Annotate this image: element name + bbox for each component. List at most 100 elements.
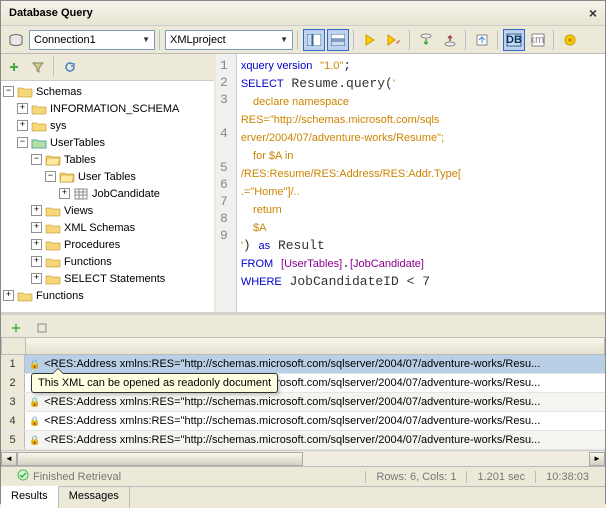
row-number: 2 bbox=[1, 374, 25, 392]
tree-node[interactable]: +XML Schemas bbox=[3, 219, 212, 236]
expand-icon[interactable]: + bbox=[59, 188, 70, 199]
tab-results[interactable]: Results bbox=[1, 486, 59, 508]
tree-node[interactable]: + INFORMATION_SCHEMA bbox=[3, 100, 212, 117]
result-cell[interactable]: 🔒<RES:Address xmlns:RES="http://schemas.… bbox=[25, 393, 605, 411]
folder-open-icon bbox=[45, 153, 61, 167]
result-cell[interactable]: 🔒<RES:Address xmlns:RES="http://schemas.… bbox=[25, 412, 605, 430]
expand-icon[interactable]: + bbox=[31, 205, 42, 216]
export-icon[interactable] bbox=[471, 29, 493, 51]
result-row[interactable]: 5 🔒 <RES:Address xmlns:RES="http://schemas… bbox=[1, 431, 605, 450]
connection-dropdown[interactable]: Connection1 ▼ bbox=[29, 30, 155, 50]
tree-node[interactable]: − Tables bbox=[3, 151, 212, 168]
scroll-right-icon[interactable]: ► bbox=[589, 452, 605, 466]
expand-icon[interactable]: + bbox=[31, 222, 42, 233]
collapse-icon[interactable]: − bbox=[45, 171, 56, 182]
tree-node[interactable]: +Views bbox=[3, 202, 212, 219]
tree-add-icon[interactable] bbox=[3, 56, 25, 78]
tree-root[interactable]: − Schemas bbox=[3, 83, 212, 100]
project-dropdown[interactable]: XMLproject ▼ bbox=[165, 30, 293, 50]
expand-icon[interactable]: + bbox=[31, 256, 42, 267]
expand-icon[interactable]: + bbox=[3, 290, 14, 301]
sql-editor[interactable]: 123456789 xquery version "1.0"; SELECT R… bbox=[216, 54, 605, 312]
rollback-icon[interactable] bbox=[439, 29, 461, 51]
expand-icon[interactable]: + bbox=[17, 103, 28, 114]
collapse-icon[interactable]: − bbox=[17, 137, 28, 148]
tree-label: JobCandidate bbox=[92, 188, 160, 200]
tree-node[interactable]: +SELECT Statements bbox=[3, 270, 212, 287]
tree-node[interactable]: + JobCandidate bbox=[3, 185, 212, 202]
expand-icon[interactable]: + bbox=[31, 239, 42, 250]
row-number: 5 bbox=[1, 431, 25, 449]
scroll-thumb[interactable] bbox=[17, 452, 303, 466]
folder-icon bbox=[45, 221, 61, 235]
tree-label: Tables bbox=[64, 154, 96, 166]
chevron-down-icon: ▼ bbox=[142, 35, 150, 44]
commit-icon[interactable] bbox=[415, 29, 437, 51]
tree-filter-icon[interactable] bbox=[27, 56, 49, 78]
folder-icon bbox=[45, 272, 61, 286]
execute-icon[interactable] bbox=[359, 29, 381, 51]
lock-icon: 🔒 bbox=[29, 435, 40, 446]
svg-text:DB: DB bbox=[506, 34, 522, 46]
folder-open-icon bbox=[59, 170, 75, 184]
results-add-icon[interactable] bbox=[5, 317, 27, 339]
tree-node[interactable]: +Functions bbox=[3, 287, 212, 304]
tree-node[interactable]: +Functions bbox=[3, 253, 212, 270]
results-toolbar bbox=[1, 315, 605, 337]
tree-node[interactable]: + Procedures bbox=[3, 236, 212, 253]
tree-label: User Tables bbox=[78, 171, 136, 183]
xml-icon[interactable]: xml bbox=[527, 29, 549, 51]
table-icon bbox=[73, 187, 89, 201]
expand-icon[interactable]: + bbox=[31, 273, 42, 284]
row-number: 3 bbox=[1, 393, 25, 411]
result-row[interactable]: 3🔒<RES:Address xmlns:RES="http://schemas… bbox=[1, 393, 605, 412]
results-grid[interactable]: This XML can be opened as readonly docum… bbox=[1, 355, 605, 450]
status-time: 1.201 sec bbox=[466, 471, 535, 483]
collapse-icon[interactable]: − bbox=[3, 86, 14, 97]
options-icon[interactable] bbox=[559, 29, 581, 51]
folder-icon bbox=[31, 119, 47, 133]
tree-node[interactable]: − User Tables bbox=[3, 168, 212, 185]
main-toolbar: Connection1 ▼ XMLproject ▼ DB xml bbox=[1, 26, 605, 54]
layout-split-icon[interactable] bbox=[327, 29, 349, 51]
lock-icon: 🔒 bbox=[29, 359, 40, 370]
column-header[interactable] bbox=[26, 338, 604, 354]
result-cell[interactable]: 🔒 <RES:Address xmlns:RES="http://schemas.… bbox=[25, 431, 605, 449]
status-message: Finished Retrieval bbox=[33, 471, 121, 483]
status-clock: 10:38:03 bbox=[535, 471, 599, 483]
layout-browser-icon[interactable] bbox=[303, 29, 325, 51]
tab-messages[interactable]: Messages bbox=[59, 487, 130, 508]
tree-node[interactable]: + sys bbox=[3, 117, 212, 134]
results-tabs: Results Messages bbox=[1, 486, 605, 508]
tree-label: sys bbox=[50, 120, 67, 132]
connection-value: Connection1 bbox=[34, 34, 96, 46]
readonly-tooltip: This XML can be opened as readonly docum… bbox=[31, 373, 278, 393]
tree-label: INFORMATION_SCHEMA bbox=[50, 103, 179, 115]
line-gutter: 123456789 bbox=[216, 54, 237, 312]
results-header bbox=[1, 337, 605, 355]
result-row[interactable]: 4🔒<RES:Address xmlns:RES="http://schemas… bbox=[1, 412, 605, 431]
close-icon[interactable]: × bbox=[589, 5, 597, 21]
results-pin-icon[interactable] bbox=[31, 317, 53, 339]
code-text[interactable]: xquery version "1.0"; SELECT Resume.quer… bbox=[237, 54, 605, 312]
scroll-left-icon[interactable]: ◄ bbox=[1, 452, 17, 466]
cell-text: <RES:Address xmlns:RES="http://schemas.m… bbox=[44, 434, 540, 446]
collapse-icon[interactable]: − bbox=[31, 154, 42, 165]
results-panel: This XML can be opened as readonly docum… bbox=[1, 312, 605, 508]
tree-node[interactable]: −UserTables bbox=[3, 134, 212, 151]
window-title: Database Query bbox=[9, 7, 93, 19]
row-number: 1 bbox=[1, 355, 25, 373]
result-row[interactable]: 1🔒<RES:Address xmlns:RES="http://schemas… bbox=[1, 355, 605, 374]
cell-text: <RES:Address xmlns:RES="http://schemas.m… bbox=[44, 396, 540, 408]
datasource-icon[interactable] bbox=[5, 29, 27, 51]
execute-edit-icon[interactable] bbox=[383, 29, 405, 51]
result-cell[interactable]: 🔒<RES:Address xmlns:RES="http://schemas.… bbox=[25, 355, 605, 373]
db-icon[interactable]: DB bbox=[503, 29, 525, 51]
schema-tree-panel: − Schemas + INFORMATION_SCHEMA + sys −UserTa… bbox=[1, 54, 216, 312]
expand-icon[interactable]: + bbox=[17, 120, 28, 131]
title-bar: Database Query × bbox=[1, 1, 605, 26]
horizontal-scrollbar[interactable]: ◄ ► bbox=[1, 450, 605, 466]
schema-tree[interactable]: − Schemas + INFORMATION_SCHEMA + sys −UserTa… bbox=[1, 81, 214, 312]
tree-label: Procedures bbox=[64, 239, 120, 251]
tree-refresh-icon[interactable] bbox=[59, 56, 81, 78]
